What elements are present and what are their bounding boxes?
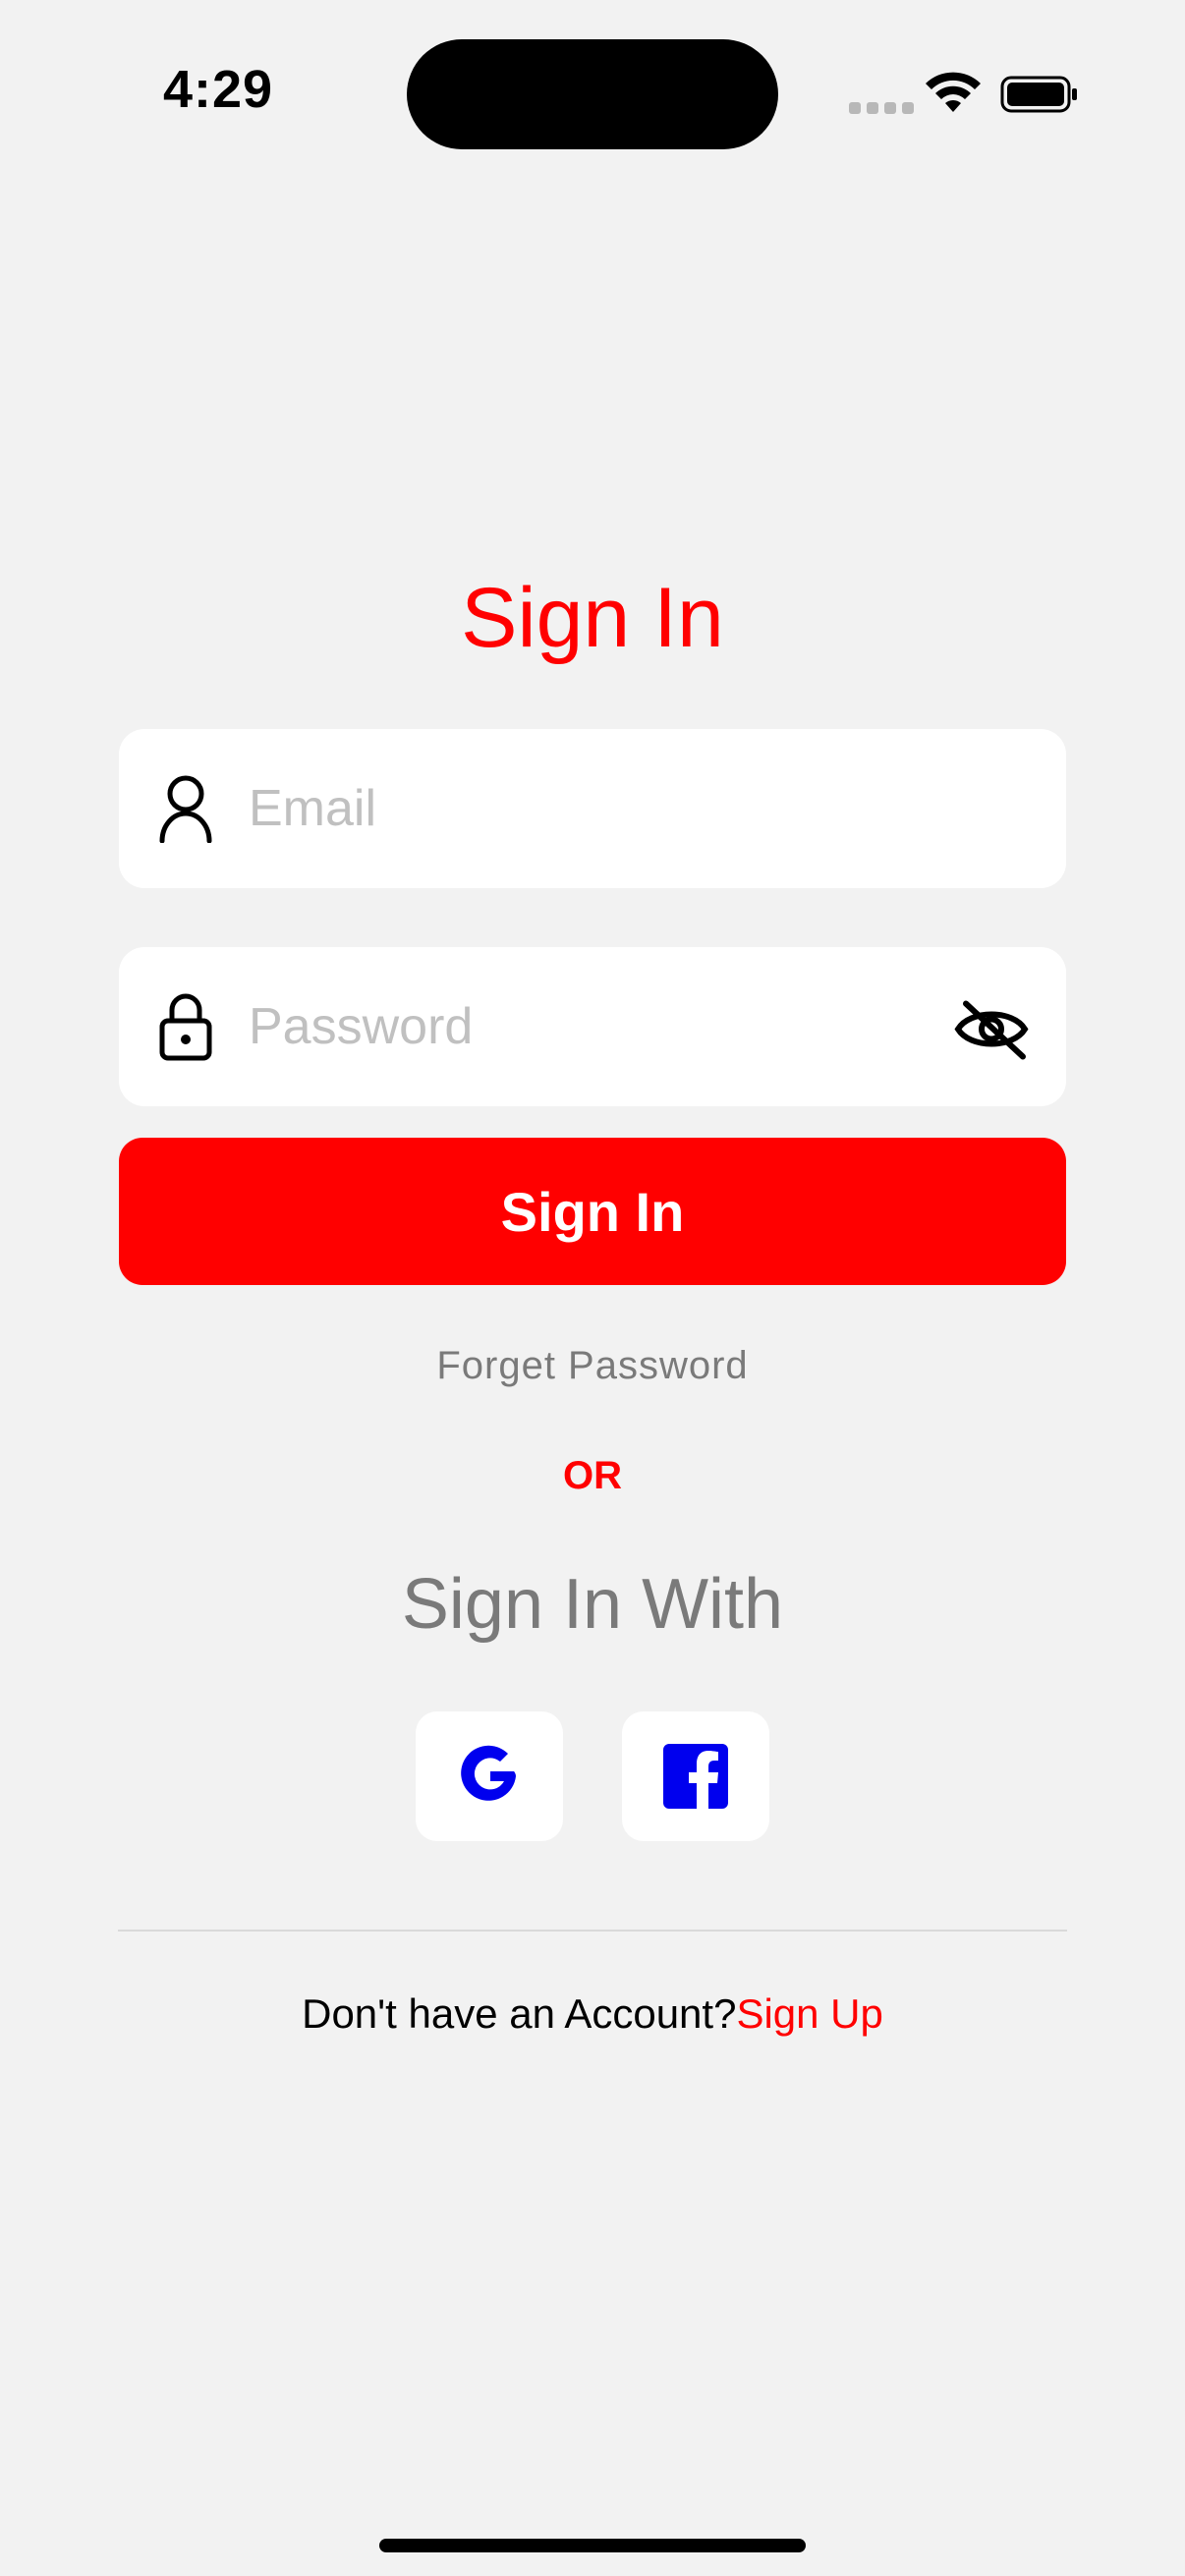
eye-slash-icon[interactable]	[952, 996, 1031, 1065]
status-time: 4:29	[163, 60, 274, 119]
sign-in-button[interactable]: Sign In	[119, 1138, 1066, 1285]
dynamic-island	[407, 39, 778, 149]
wifi-icon	[926, 72, 981, 112]
email-placeholder: Email	[249, 780, 377, 837]
facebook-sign-in-button[interactable]	[622, 1711, 769, 1841]
home-indicator[interactable]	[379, 2539, 806, 2552]
lock-icon	[159, 993, 212, 1061]
page-title: Sign In	[461, 571, 724, 665]
password-placeholder: Password	[249, 998, 474, 1055]
password-field[interactable]: Password	[119, 947, 1066, 1106]
forget-password-link[interactable]: Forget Password	[0, 1344, 1185, 1388]
google-icon	[461, 1745, 516, 1801]
email-field[interactable]: Email	[119, 729, 1066, 888]
facebook-icon	[663, 1744, 728, 1809]
google-sign-in-button[interactable]	[416, 1711, 563, 1841]
signup-row: Don't have an Account?Sign Up	[0, 1990, 1185, 2038]
sign-up-link[interactable]: Sign Up	[736, 1990, 882, 2037]
person-icon	[159, 775, 212, 843]
divider	[118, 1930, 1067, 1932]
cellular-signal-icon	[849, 102, 914, 114]
battery-icon	[1000, 76, 1077, 113]
or-separator: OR	[563, 1454, 622, 1497]
no-account-text: Don't have an Account?	[302, 1990, 737, 2037]
sign-in-with-label: Sign In With	[401, 1565, 784, 1644]
